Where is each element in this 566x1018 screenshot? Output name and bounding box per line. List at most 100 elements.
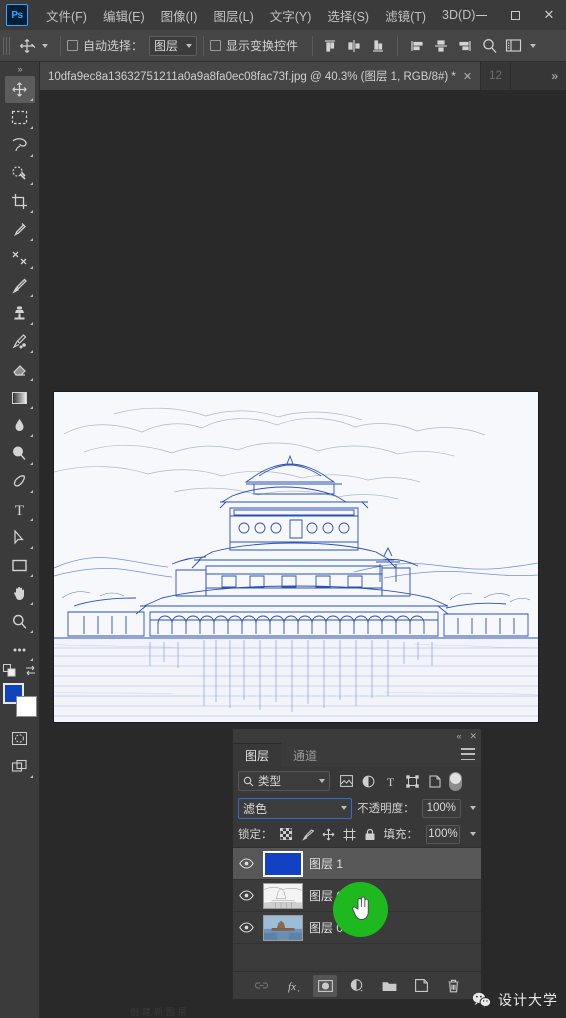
auto-select-checkbox[interactable] [67,40,78,51]
menu-item-edit[interactable]: 编辑(E) [95,2,153,29]
menu-item-filter[interactable]: 滤镜(T) [377,2,434,29]
menu-item-select[interactable]: 选择(S) [319,2,377,29]
align-right-icon[interactable] [454,35,476,57]
filter-adjustment-icon[interactable] [358,771,379,792]
default-colors-icon[interactable] [2,664,16,677]
delete-layer-icon[interactable] [441,975,465,997]
layer-visibility-toggle[interactable] [235,858,257,869]
document-tab-secondary-title: 12 [489,70,502,82]
edit-toolbar-tool[interactable] [5,636,35,663]
align-top-icon[interactable] [319,35,341,57]
filter-kind-value: 类型 [258,776,281,788]
zoom-tool[interactable] [5,608,35,635]
filter-toggle-switch[interactable] [449,771,462,791]
minimize-button[interactable] [464,0,498,30]
dodge-tool[interactable] [5,440,35,467]
pen-tool[interactable] [5,468,35,495]
rectangular-marquee-tool[interactable] [5,104,35,131]
fill-value[interactable]: 100% [426,824,460,844]
lock-all-icon[interactable] [363,827,378,842]
align-left-icon[interactable] [406,35,428,57]
layer-visibility-toggle[interactable] [235,922,257,933]
blend-mode-dropdown[interactable]: 滤色 [238,797,353,819]
fill-slider-caret-icon[interactable] [470,832,476,836]
filter-shape-icon[interactable] [402,771,423,792]
status-faint-text: 创建新图层 [130,1007,191,1017]
close-button[interactable]: ✕ [532,0,566,30]
workspace-icon[interactable] [502,35,524,57]
lock-position-icon[interactable] [321,827,336,842]
maximize-button[interactable] [498,0,532,30]
crop-tool[interactable] [5,188,35,215]
menu-item-layer[interactable]: 图层(L) [205,2,261,29]
opacity-slider-caret-icon[interactable] [470,806,476,810]
hand-tool[interactable] [5,580,35,607]
document-tab-close-icon[interactable]: ✕ [463,70,472,83]
background-color-swatch[interactable] [15,696,37,717]
layer-thumbnail-solid-blue[interactable] [262,849,304,878]
document-tab-secondary[interactable]: 12 [481,62,511,90]
menu-item-image[interactable]: 图像(I) [153,2,206,29]
lock-image-pixels-icon[interactable] [300,827,315,842]
lock-transparent-pixels-icon[interactable] [279,827,294,842]
eraser-tool[interactable] [5,356,35,383]
history-brush-tool[interactable] [5,328,35,355]
align-vertical-center-icon[interactable] [343,35,365,57]
healing-brush-tool[interactable] [5,244,35,271]
layer-row-1[interactable]: 图层 1 [233,848,481,880]
show-transform-controls-checkbox[interactable] [210,40,222,51]
image-canvas[interactable] [54,392,538,722]
auto-select-scope-dropdown[interactable]: 图层 [149,35,198,56]
swap-colors-icon[interactable] [24,664,37,677]
wechat-icon [472,992,492,1008]
link-layers-icon[interactable] [249,975,273,997]
panel-menu-icon[interactable] [461,748,475,760]
filter-type-buttons: T [336,771,462,792]
new-layer-icon[interactable] [409,975,433,997]
quick-selection-tool[interactable] [5,160,35,187]
layer-style-fx-icon[interactable]: fx [281,975,305,997]
blur-tool[interactable] [5,412,35,439]
tab-channels[interactable]: 通道 [281,743,329,767]
filter-type-icon[interactable]: T [380,771,401,792]
rectangle-tool[interactable] [5,552,35,579]
lasso-tool[interactable] [5,132,35,159]
tab-layers[interactable]: 图层 [233,743,282,767]
layer-thumbnail-color-photo[interactable] [263,914,303,941]
options-bar-grip[interactable] [3,36,10,55]
document-tab-active[interactable]: 10dfa9ec8a13632751211a0a9a8fa0ec08fac73f… [40,62,482,90]
type-tool[interactable]: T [5,496,35,523]
eyedropper-tool[interactable] [5,216,35,243]
tool-preset-picker[interactable] [10,35,54,57]
clone-stamp-tool[interactable] [5,300,35,327]
search-icon[interactable] [478,35,500,57]
brush-tool[interactable] [5,272,35,299]
new-group-icon[interactable] [377,975,401,997]
layer-filter-row: 类型 T [233,767,481,795]
panel-collapse-icon[interactable]: « [456,731,461,741]
menu-item-file[interactable]: 文件(F) [38,2,95,29]
tab-overflow-button[interactable]: » [543,62,566,90]
layer-name-1[interactable]: 图层 1 [309,855,343,872]
workspace-caret-icon[interactable] [530,43,537,48]
panel-close-icon[interactable]: ✕ [469,731,477,741]
filter-pixel-icon[interactable] [336,771,357,792]
window-controls: ✕ [464,0,566,30]
layer-visibility-toggle[interactable] [235,890,257,901]
filter-kind-dropdown[interactable]: 类型 [238,771,330,791]
gradient-tool[interactable] [5,384,35,411]
align-horizontal-center-icon[interactable] [430,35,452,57]
align-bottom-icon[interactable] [367,35,389,57]
filter-smart-object-icon[interactable] [424,771,445,792]
toolbar-expand-button[interactable]: » [0,62,39,76]
menu-item-type[interactable]: 文字(Y) [262,2,320,29]
screen-mode-button[interactable] [5,753,35,780]
add-layer-mask-icon[interactable] [313,974,337,997]
quick-mask-button[interactable] [5,725,35,752]
move-tool[interactable] [4,76,35,103]
opacity-value[interactable]: 100% [421,798,461,818]
path-selection-tool[interactable] [5,524,35,551]
lock-artboard-nesting-icon[interactable] [342,827,357,842]
new-adjustment-layer-icon[interactable] [345,975,369,997]
layer-thumbnail-gray-sketch[interactable] [263,882,303,909]
